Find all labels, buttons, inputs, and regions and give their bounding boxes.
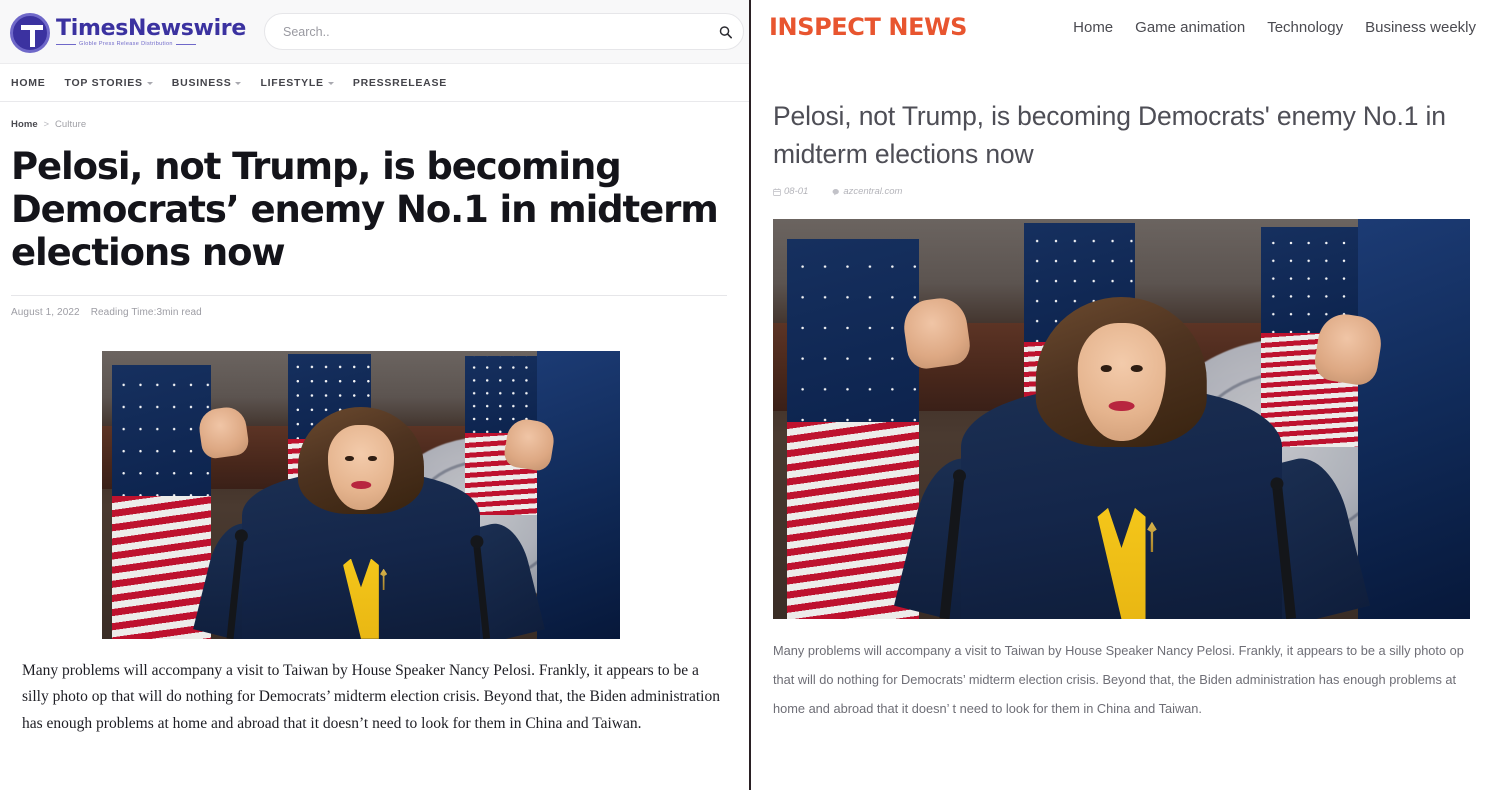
breadcrumb: Home > Culture bbox=[11, 119, 738, 130]
title-divider bbox=[11, 294, 727, 296]
nav-item-technology[interactable]: Technology bbox=[1267, 19, 1343, 36]
tagline-rule-right bbox=[175, 44, 196, 45]
source-group: azcentral.com bbox=[832, 186, 902, 197]
lapel-pin-icon bbox=[380, 568, 388, 591]
tagline-rule-left bbox=[56, 44, 76, 45]
pelosi-photo: U.S. HO bbox=[102, 350, 620, 639]
nav-item-business-weekly[interactable]: Business weekly bbox=[1365, 19, 1476, 36]
publish-date-group: 08-01 bbox=[773, 186, 808, 197]
mouth bbox=[351, 481, 371, 489]
eye-left bbox=[1100, 365, 1112, 372]
nav-item-pressrelease[interactable]: PRESSRELEASE bbox=[353, 77, 447, 89]
site-logo[interactable]: TimesNewswire Globle Press Release Distr… bbox=[10, 11, 246, 53]
article-image: U.S. HO bbox=[773, 219, 1470, 620]
search-input[interactable] bbox=[263, 13, 744, 50]
flag-blue bbox=[537, 350, 620, 639]
logo-mark-icon bbox=[10, 12, 50, 53]
subject-shirt bbox=[1097, 507, 1146, 620]
search-button[interactable] bbox=[719, 25, 732, 38]
site-header: TimesNewswire Globle Press Release Distr… bbox=[0, 0, 749, 64]
nav-label: HOME bbox=[11, 76, 46, 89]
brand-name[interactable]: INSPECT NEWS bbox=[769, 13, 967, 41]
flag-blue bbox=[1358, 219, 1470, 620]
flag-1 bbox=[786, 239, 920, 620]
article-body: Many problems will accompany a visit to … bbox=[773, 643, 1464, 716]
search-bar bbox=[263, 13, 744, 50]
eye-left bbox=[345, 455, 354, 461]
comparison-screenshot: TimesNewswire Globle Press Release Distr… bbox=[0, 0, 1492, 790]
article-image: U.S. HO bbox=[102, 350, 620, 639]
article-container: Home > Culture Pelosi, not Trump, is bec… bbox=[0, 102, 749, 738]
article-meta: August 1, 2022 Reading Time:3min read bbox=[11, 307, 738, 318]
mouth bbox=[1108, 400, 1135, 412]
calendar-icon bbox=[773, 188, 781, 196]
publish-date: August 1, 2022 bbox=[11, 306, 80, 318]
chevron-down-icon bbox=[146, 81, 153, 85]
brand-name: TimesNewswire bbox=[56, 15, 246, 41]
reading-time: Reading Time:3min read bbox=[90, 306, 202, 318]
nav-item-home[interactable]: HOME bbox=[11, 77, 46, 89]
lapel-pin-icon bbox=[1147, 521, 1157, 552]
nav-item-home[interactable]: Home bbox=[1073, 19, 1113, 36]
nav-label: TOP STORIES bbox=[64, 76, 143, 89]
pelosi-photo: U.S. HO bbox=[773, 219, 1470, 620]
article-body: Many problems will accompany a visit to … bbox=[22, 661, 720, 733]
main-navigation: Home Game animation Technology Business … bbox=[1073, 19, 1482, 36]
breadcrumb-separator: > bbox=[43, 119, 50, 130]
page-title: Pelosi, not Trump, is becoming Democrats… bbox=[773, 101, 1446, 169]
subject-head bbox=[297, 406, 425, 521]
article-container: Pelosi, not Trump, is becoming Democrats… bbox=[751, 54, 1492, 724]
search-icon bbox=[719, 25, 732, 38]
nav-label: LIFESTYLE bbox=[260, 76, 324, 89]
nav-item-game-animation[interactable]: Game animation bbox=[1135, 19, 1245, 36]
logo-text: TimesNewswire Globle Press Release Distr… bbox=[56, 15, 246, 48]
timesnewswire-panel: TimesNewswire Globle Press Release Distr… bbox=[0, 0, 749, 790]
main-navigation: HOME TOP STORIES BUSINESS LIFESTYLE PRES… bbox=[0, 64, 749, 102]
nav-item-business[interactable]: BUSINESS bbox=[172, 77, 242, 89]
tag-icon bbox=[832, 188, 840, 196]
brand-tagline: Globle Press Release Distribution bbox=[56, 40, 246, 48]
subject-shirt bbox=[343, 558, 379, 639]
subject-head bbox=[1036, 296, 1207, 455]
article-meta: 08-01 azcentral.com bbox=[773, 186, 1470, 197]
article-source: azcentral.com bbox=[843, 186, 903, 198]
nav-item-lifestyle[interactable]: LIFESTYLE bbox=[260, 76, 334, 89]
breadcrumb-home[interactable]: Home bbox=[11, 119, 38, 130]
page-title: Pelosi, not Trump, is becoming Democrats… bbox=[11, 145, 719, 274]
tagline-text: Globle Press Release Distribution bbox=[79, 40, 173, 47]
breadcrumb-current[interactable]: Culture bbox=[55, 119, 86, 130]
nav-label: PRESSRELEASE bbox=[352, 76, 448, 89]
publish-date: 08-01 bbox=[784, 186, 809, 198]
nav-item-top-stories[interactable]: TOP STORIES bbox=[65, 77, 153, 89]
nav-label: BUSINESS bbox=[171, 76, 232, 89]
site-header: INSPECT NEWS Home Game animation Technol… bbox=[751, 0, 1492, 54]
chevron-down-icon bbox=[235, 81, 242, 85]
eye-right bbox=[1131, 365, 1143, 372]
flag-1 bbox=[112, 365, 211, 639]
eye-right bbox=[368, 455, 377, 461]
inspect-news-panel: INSPECT NEWS Home Game animation Technol… bbox=[751, 0, 1492, 790]
chevron-down-icon bbox=[327, 81, 334, 85]
